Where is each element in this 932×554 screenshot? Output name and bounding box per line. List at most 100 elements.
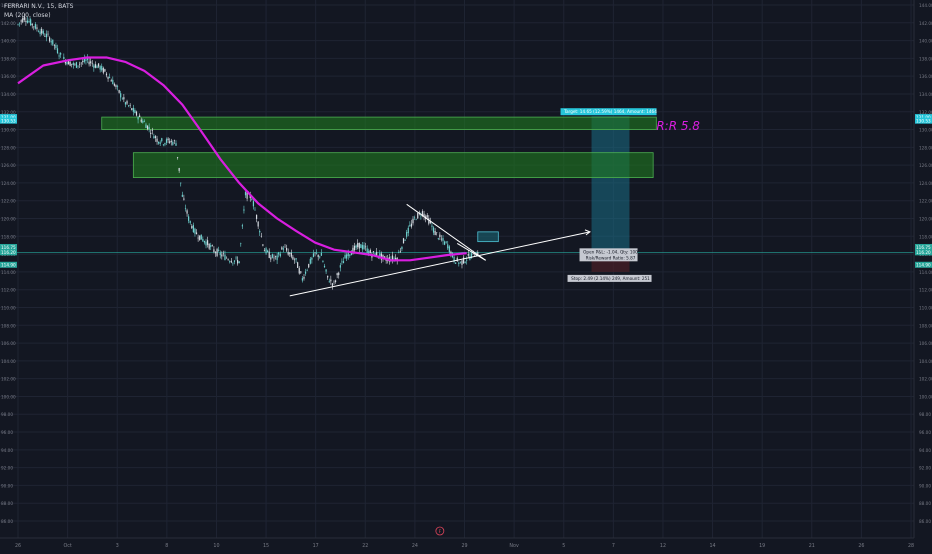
y-tick-label-right: 124.00 bbox=[919, 181, 932, 186]
stop-label: Stop: 2.49 (2.14%) 249, Amount: 251 bbox=[571, 276, 650, 281]
candle-body bbox=[252, 201, 255, 207]
candle-body bbox=[128, 105, 130, 107]
candle-body bbox=[107, 76, 109, 79]
candle-body bbox=[97, 63, 100, 67]
candle-body bbox=[131, 108, 133, 110]
candle-body bbox=[213, 249, 215, 252]
event-marker-label: F bbox=[439, 529, 442, 535]
candle-body bbox=[334, 280, 337, 283]
candle-body bbox=[420, 215, 422, 217]
candle-body bbox=[349, 254, 351, 256]
candle-body bbox=[77, 65, 79, 67]
chart-canvas[interactable]: 144.00144.00142.00142.00140.00140.00138.… bbox=[0, 0, 932, 550]
y-tick-label-right: 120.00 bbox=[919, 217, 932, 222]
candle-body bbox=[69, 61, 71, 66]
y-tick-label-right: 122.00 bbox=[919, 199, 932, 204]
y-tick-label-left: 94.00 bbox=[1, 448, 13, 453]
x-tick-label: 21 bbox=[809, 543, 815, 549]
candle-body bbox=[205, 241, 207, 246]
candle-body bbox=[219, 252, 221, 256]
candle-body bbox=[409, 225, 411, 226]
candle-body bbox=[33, 26, 35, 28]
candle-body bbox=[312, 253, 315, 257]
candle-body bbox=[341, 261, 343, 263]
candle-body bbox=[412, 218, 414, 224]
candle-body bbox=[139, 115, 141, 117]
y-tick-label-left: 108.00 bbox=[1, 323, 16, 328]
candle-body bbox=[297, 262, 299, 268]
candle-body bbox=[276, 255, 278, 261]
candle-body bbox=[301, 278, 303, 281]
candle-body bbox=[320, 253, 322, 256]
candle-body bbox=[238, 261, 240, 264]
candle-body bbox=[37, 31, 40, 33]
candle-body bbox=[161, 138, 163, 142]
candle-body bbox=[401, 246, 403, 250]
candle-body bbox=[216, 249, 218, 256]
x-tick-label: 12 bbox=[660, 543, 666, 549]
candle-body bbox=[74, 63, 76, 65]
candle-body bbox=[222, 253, 224, 255]
candle-body bbox=[271, 254, 273, 258]
candle-body bbox=[444, 241, 446, 245]
candle-body bbox=[44, 36, 46, 37]
y-tick-label-left: 130.00 bbox=[1, 128, 16, 133]
candle-body bbox=[207, 240, 209, 245]
candle-body bbox=[314, 252, 316, 254]
candle-body bbox=[88, 61, 90, 65]
candle-body bbox=[225, 257, 228, 259]
chart-root[interactable]: 144.00144.00142.00142.00140.00140.00138.… bbox=[0, 0, 932, 550]
price-axis-tag: 116.75 bbox=[916, 245, 931, 250]
candle-body bbox=[363, 245, 365, 249]
y-tick-label-right: 142.00 bbox=[919, 21, 932, 26]
candle-body bbox=[158, 141, 160, 144]
candle-body bbox=[75, 62, 78, 68]
candle-body bbox=[124, 102, 127, 105]
candle-body bbox=[428, 218, 430, 224]
candle-body bbox=[17, 24, 19, 25]
candle-body bbox=[445, 241, 447, 243]
candle-body bbox=[259, 230, 261, 233]
candle-body bbox=[42, 31, 44, 34]
candle-body bbox=[52, 39, 54, 45]
candle-body bbox=[173, 140, 176, 142]
candle-body bbox=[298, 268, 300, 274]
candle-body bbox=[393, 257, 395, 259]
candle-body bbox=[265, 248, 267, 254]
target-zone[interactable] bbox=[591, 116, 630, 253]
candle-body bbox=[140, 119, 142, 122]
candle-body bbox=[437, 238, 439, 240]
candle-body bbox=[91, 63, 93, 65]
candle-body bbox=[218, 249, 220, 251]
x-tick-label: 29 bbox=[461, 543, 467, 549]
candle-body bbox=[355, 245, 357, 248]
candle-body bbox=[369, 249, 371, 254]
candle-body bbox=[126, 101, 128, 104]
candle-body bbox=[230, 260, 232, 263]
candle-body bbox=[237, 260, 239, 264]
x-tick-label: 15 bbox=[263, 543, 269, 549]
candle-body bbox=[188, 216, 190, 221]
candle-body bbox=[211, 245, 213, 247]
y-tick-label-left: 110.00 bbox=[1, 305, 16, 310]
y-tick-label-left: 124.00 bbox=[1, 181, 16, 186]
candle-body bbox=[112, 79, 114, 85]
candle-body bbox=[151, 130, 153, 131]
candle-body bbox=[145, 124, 147, 128]
y-tick-label-left: 118.00 bbox=[1, 234, 16, 239]
candle-body bbox=[436, 232, 438, 234]
candle-body bbox=[426, 214, 428, 218]
x-tick-label: 8 bbox=[165, 543, 168, 549]
candle-body bbox=[129, 105, 131, 106]
demand-zone-2[interactable] bbox=[132, 152, 654, 178]
y-tick-label-right: 134.00 bbox=[919, 92, 932, 97]
candle-body bbox=[360, 244, 362, 248]
candle-body bbox=[461, 260, 463, 265]
small-box[interactable] bbox=[477, 231, 499, 243]
demand-zone-1[interactable] bbox=[101, 116, 657, 130]
candle-body bbox=[120, 93, 122, 98]
symbol-line: FERRARI N.V., 15, BATS bbox=[4, 3, 74, 10]
candle-body bbox=[233, 260, 236, 262]
candle-body bbox=[309, 258, 311, 264]
candle-body bbox=[281, 247, 283, 250]
